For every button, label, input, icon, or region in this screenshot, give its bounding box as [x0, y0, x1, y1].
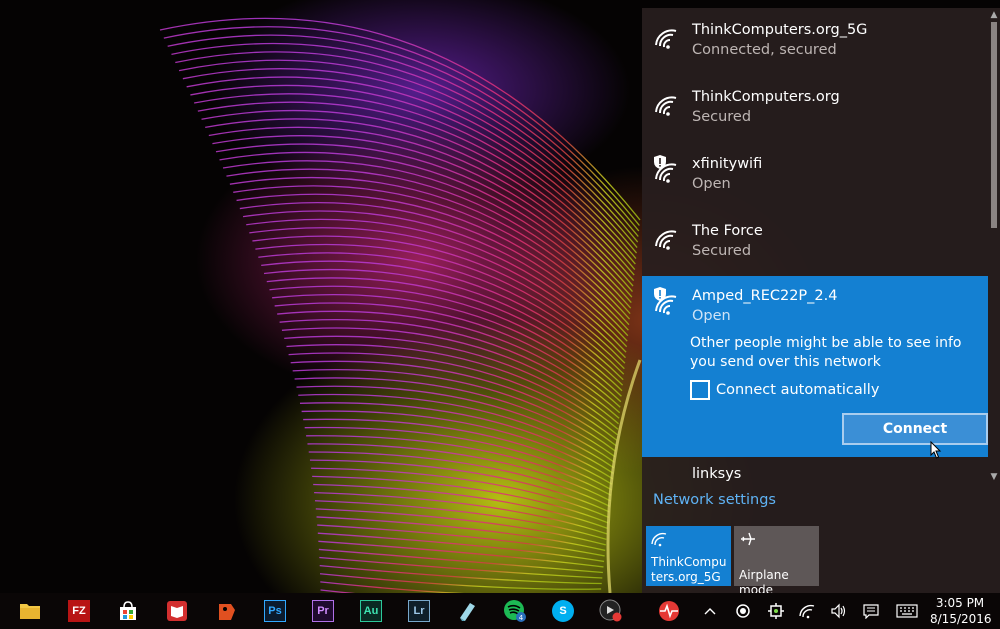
glass-icon [460, 603, 475, 621]
network-item-selected[interactable]: Amped_REC22P_2.4 Open Other people might… [642, 276, 988, 457]
pulse-icon [659, 601, 679, 621]
network-ssid: ThinkComputers.org [692, 89, 840, 105]
wifi-icon[interactable] [798, 601, 818, 621]
clock-date: 8/15/2016 [930, 612, 992, 626]
network-list: ThinkComputers.org_5G Connected, secured… [642, 8, 988, 482]
taskbar: FZ Ps Pr Au Lr 4 S 3:05 PM 8/15/2016 [0, 593, 1000, 629]
network-item[interactable]: ThinkComputers.org_5G Connected, secured [642, 8, 988, 75]
audition-icon: Au [360, 600, 382, 622]
book-icon [167, 601, 187, 621]
open-network-warning: Other people might be able to see info y… [690, 335, 962, 370]
shield-warning-icon [654, 155, 666, 169]
lightroom-icon: Lr [408, 600, 430, 622]
network-item[interactable]: xfinitywifi Open [642, 142, 988, 209]
wifi-secured-icon [655, 29, 677, 49]
network-ssid: linksys [692, 466, 742, 482]
photoshop-icon: Ps [264, 600, 286, 622]
store-icon [120, 601, 136, 620]
network-status: Secured [692, 109, 752, 125]
connect-button[interactable]: Connect [842, 413, 988, 445]
taskbar-clock[interactable]: 3:05 PM 8/15/2016 [930, 595, 992, 627]
circle-icon[interactable] [733, 601, 753, 621]
wifi-quick-action[interactable]: ThinkComputers.org_5G [646, 526, 731, 586]
network-item[interactable]: linksys [642, 457, 988, 482]
keyboard-icon[interactable] [895, 601, 919, 621]
record-icon [599, 599, 622, 622]
network-status: Open [692, 176, 731, 192]
network-list-scrollbar[interactable]: ▲ ▼ [988, 8, 1000, 482]
premiere-icon: Pr [312, 600, 334, 622]
lightroom-button[interactable]: Lr [404, 596, 434, 626]
chevron-up-icon[interactable] [700, 601, 720, 621]
skype-icon: S [552, 600, 574, 622]
photoshop-button[interactable]: Ps [260, 596, 290, 626]
spotify-button[interactable]: 4 [500, 596, 530, 626]
settings-icon[interactable] [766, 601, 786, 621]
spotify-icon: 4 [504, 600, 526, 622]
reader-button[interactable] [162, 596, 192, 626]
network-ssid: xfinitywifi [692, 156, 763, 172]
red-app-icon [219, 604, 235, 620]
folder-icon [20, 604, 40, 619]
audition-button[interactable]: Au [356, 596, 386, 626]
wifi-secured-icon [655, 230, 677, 250]
skype-button[interactable]: S [548, 596, 578, 626]
wifi-secured-icon [655, 96, 677, 116]
filezilla-button[interactable]: FZ [64, 596, 94, 626]
monitor-app-button[interactable] [654, 596, 684, 626]
network-item[interactable]: The Force Secured [642, 209, 988, 276]
scroll-thumb[interactable] [991, 22, 997, 228]
network-status: Secured [692, 243, 752, 259]
network-ssid: Amped_REC22P_2.4 [692, 288, 838, 304]
red-app-button[interactable] [211, 596, 241, 626]
filezilla-icon: FZ [68, 600, 90, 622]
record-app-button[interactable] [596, 596, 626, 626]
volume-icon[interactable] [829, 601, 849, 621]
network-ssid: The Force [692, 223, 763, 239]
network-item[interactable]: ThinkComputers.org Secured [642, 75, 988, 142]
connect-automatically-row: Connect automatically [690, 380, 879, 400]
airplane-icon [741, 532, 755, 546]
notification-icon[interactable] [861, 601, 881, 621]
connect-automatically-label: Connect automatically [716, 382, 880, 398]
spotify-badge: 4 [519, 614, 524, 622]
network-ssid: ThinkComputers.org_5G [692, 22, 868, 38]
wifi-quick-action-label: ThinkComputers.org_5G [651, 555, 727, 584]
glass-app-button[interactable] [452, 596, 482, 626]
network-status: Open [692, 308, 731, 324]
wifi-flyout: ThinkComputers.org_5G Connected, secured… [642, 8, 1000, 597]
file-explorer-button[interactable] [15, 596, 45, 626]
connect-automatically-checkbox[interactable] [690, 380, 710, 400]
scroll-down-icon[interactable]: ▼ [988, 472, 1000, 482]
wifi-icon [651, 532, 667, 547]
clock-time: 3:05 PM [935, 596, 985, 610]
shield-warning-icon [654, 287, 666, 301]
store-button[interactable] [113, 596, 143, 626]
network-settings-link[interactable]: Network settings [653, 492, 776, 508]
premiere-button[interactable]: Pr [308, 596, 338, 626]
airplane-mode-quick-action[interactable]: Airplane mode [734, 526, 819, 597]
scroll-up-icon[interactable]: ▲ [988, 10, 1000, 20]
mouse-cursor-icon [930, 441, 942, 459]
network-status: Connected, secured [692, 42, 837, 58]
